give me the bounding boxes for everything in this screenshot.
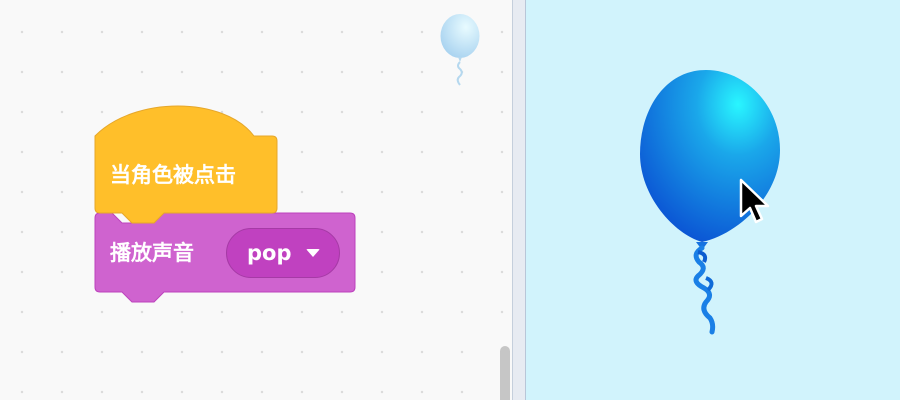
dropdown-arrow-icon [305,249,320,257]
sound-block-label: 播放声音 [110,241,194,265]
editor-window: 当角色被点击 播放声音 pop [0,0,900,400]
script-block-shapes [94,105,356,303]
code-area-scrollbar[interactable] [500,346,510,400]
mouse-pointer-icon [739,178,770,224]
stage[interactable] [526,0,900,400]
sound-dropdown-value: pop [247,240,292,265]
sound-dropdown[interactable]: pop [226,228,340,278]
panel-divider [512,0,526,400]
hat-block-label: 当角色被点击 [110,163,236,187]
code-area[interactable]: 当角色被点击 播放声音 pop [0,0,512,400]
sprite-balloon-thumbnail-icon [440,14,480,86]
